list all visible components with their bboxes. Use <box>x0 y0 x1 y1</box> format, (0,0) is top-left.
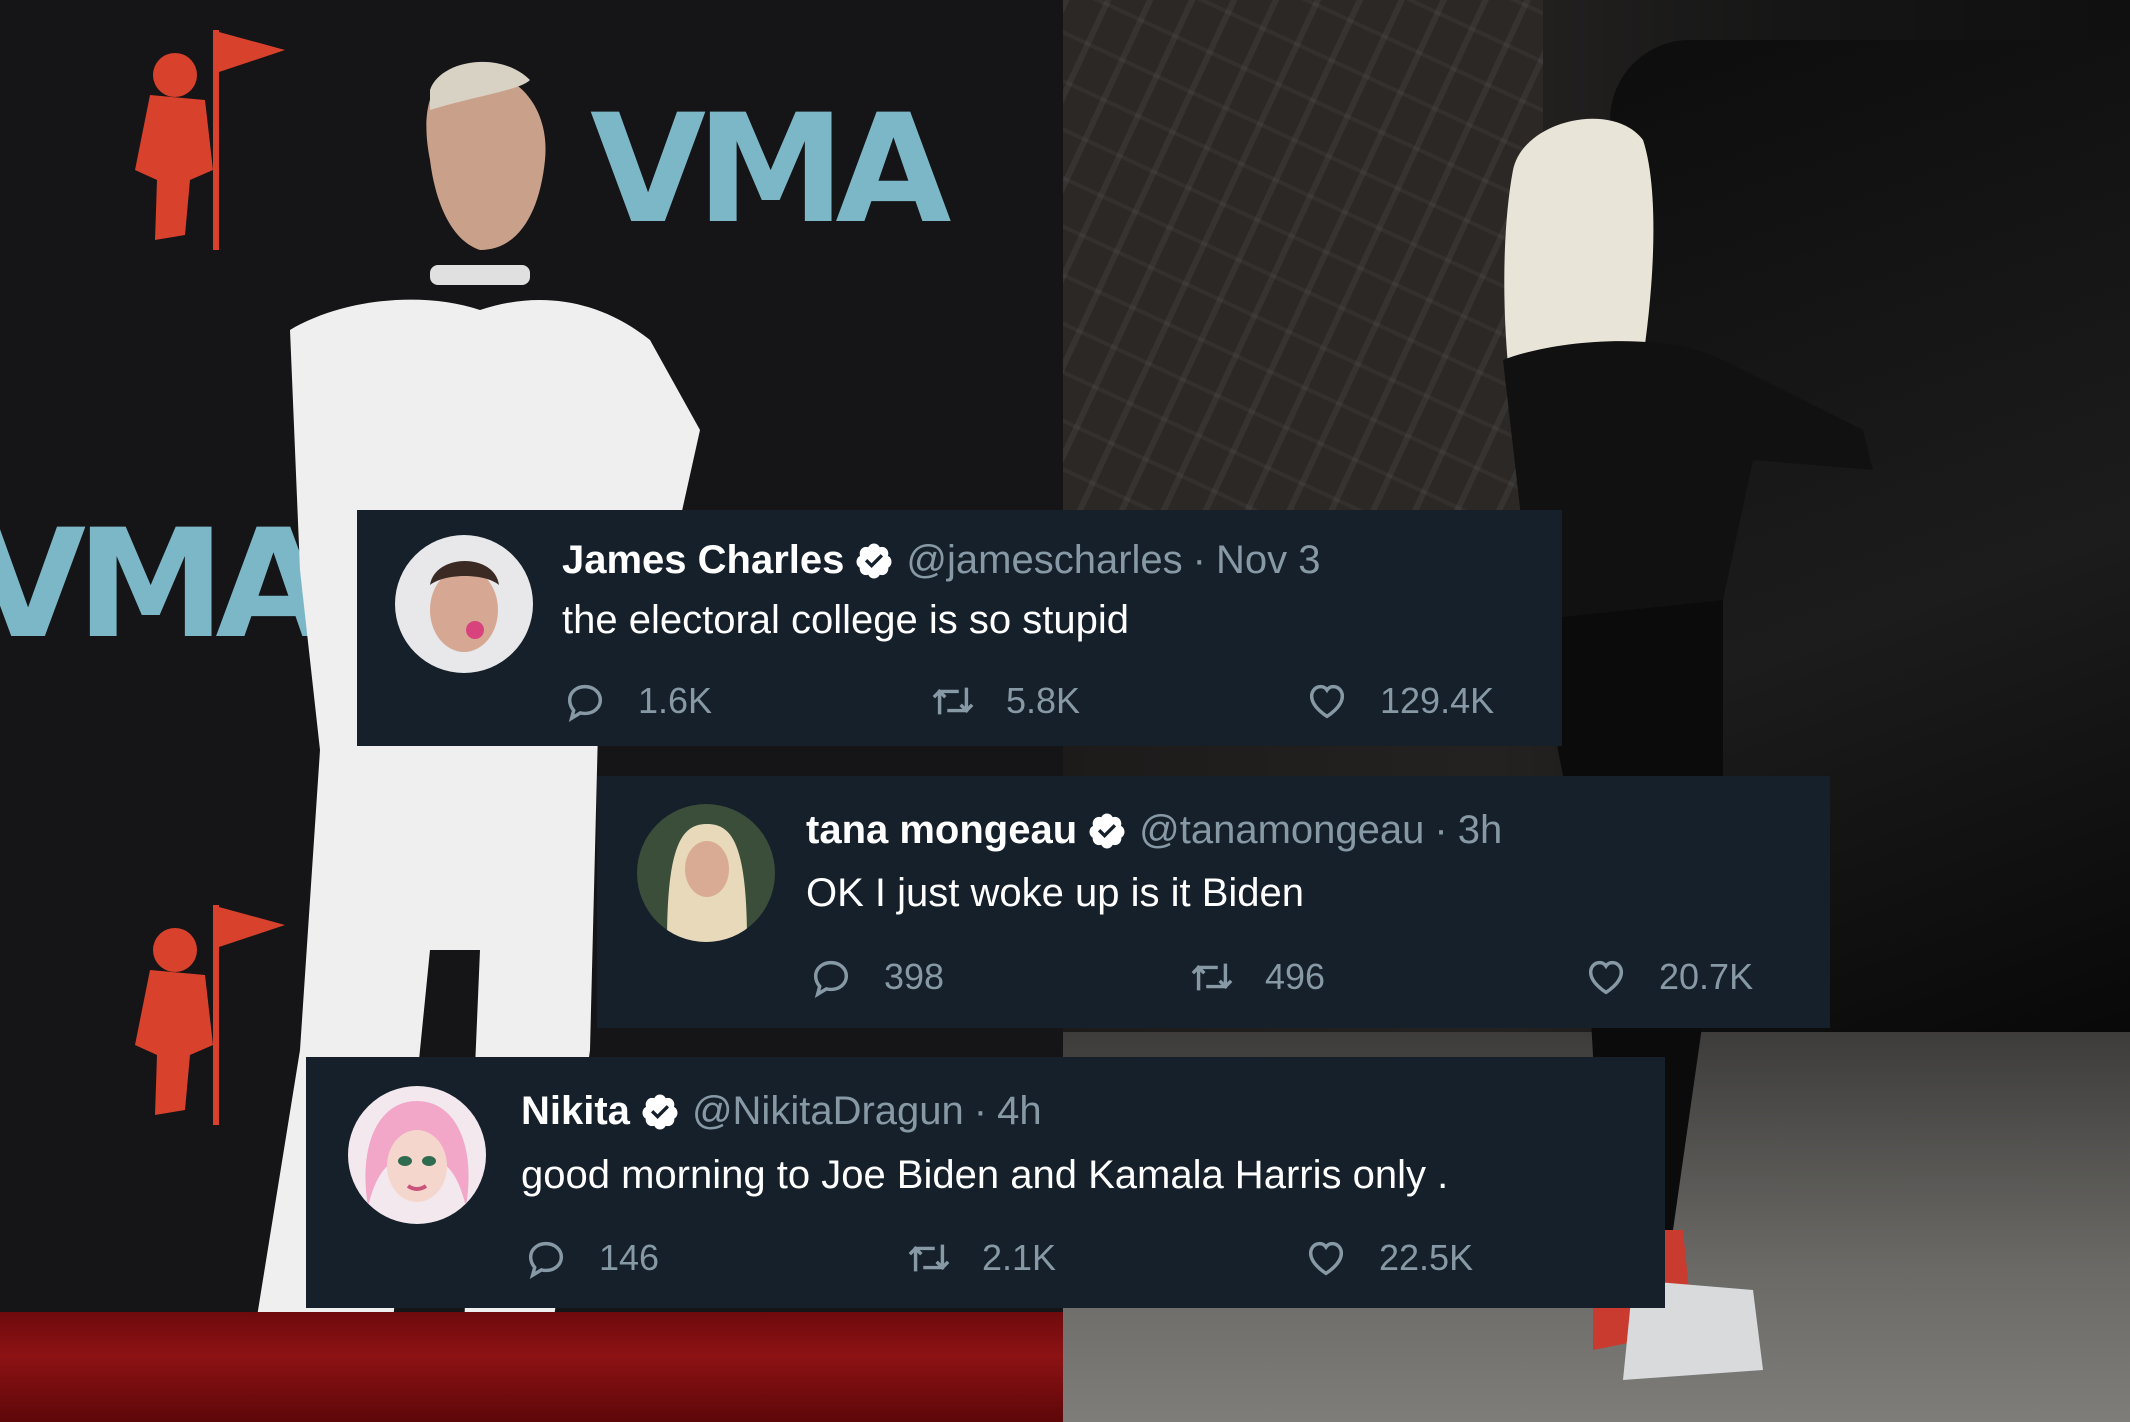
avatar-image-icon <box>637 804 775 942</box>
like-count: 129.4K <box>1380 680 1495 721</box>
avatar-image-icon <box>348 1086 486 1224</box>
avatar[interactable] <box>637 804 775 942</box>
tweet-text: the electoral college is so stupid <box>562 598 1129 642</box>
retweet-arrows-icon <box>1191 963 1233 991</box>
red-carpet <box>0 1312 1063 1422</box>
timestamp[interactable]: 4h <box>997 1089 1042 1134</box>
verified-badge-icon <box>642 1094 678 1129</box>
retweet-button[interactable]: 5.8K <box>930 678 1080 724</box>
tweet-header: Nikita @NikitaDragun · 4h <box>521 1089 1042 1134</box>
reply-count: 146 <box>599 1237 660 1278</box>
retweet-arrows-icon <box>932 687 974 715</box>
timestamp[interactable]: Nov 3 <box>1216 538 1321 583</box>
tweet-text: OK I just woke up is it Biden <box>806 871 1305 915</box>
like-button[interactable]: 22.5K <box>1303 1235 1473 1281</box>
speech-bubble-icon <box>528 1241 564 1279</box>
handle[interactable]: @NikitaDragun <box>692 1089 964 1134</box>
tweet-header: tana mongeau @tanamongeau · 3h <box>806 808 1502 853</box>
retweet-count: 5.8K <box>1006 680 1081 721</box>
separator-dot: · <box>973 1089 988 1133</box>
retweet-count: 496 <box>1265 956 1326 997</box>
heart-icon <box>1308 1241 1344 1276</box>
display-name[interactable]: tana mongeau <box>806 808 1077 853</box>
speech-bubble-icon <box>813 960 849 998</box>
like-count: 20.7K <box>1659 956 1754 997</box>
avatar-image-icon <box>395 535 533 673</box>
retweet-button[interactable]: 496 <box>1189 954 1325 1000</box>
verified-badge-icon <box>1089 813 1125 848</box>
reply-count: 1.6K <box>638 680 713 721</box>
tweet-card-tana-mongeau[interactable]: tana mongeau @tanamongeau · 3h OK I just… <box>597 776 1830 1028</box>
like-button[interactable]: 20.7K <box>1583 954 1753 1000</box>
retweet-button[interactable]: 2.1K <box>906 1235 1056 1281</box>
timestamp[interactable]: 3h <box>1458 808 1503 853</box>
display-name[interactable]: Nikita <box>521 1089 630 1134</box>
handle[interactable]: @tanamongeau <box>1139 808 1424 853</box>
handle[interactable]: @jamescharles <box>906 538 1182 583</box>
heart-icon <box>1309 684 1345 719</box>
speech-bubble-icon <box>567 684 603 722</box>
display-name[interactable]: James Charles <box>562 538 844 583</box>
tweet-card-nikita[interactable]: Nikita @NikitaDragun · 4h good morning t… <box>306 1057 1665 1308</box>
reply-button[interactable]: 146 <box>523 1235 659 1281</box>
tweet-header: James Charles @jamescharles · Nov 3 <box>562 538 1320 583</box>
like-count: 22.5K <box>1379 1237 1474 1278</box>
reply-button[interactable]: 398 <box>808 954 944 1000</box>
like-button[interactable]: 129.4K <box>1304 678 1494 724</box>
tweet-card-james-charles[interactable]: James Charles @jamescharles · Nov 3 the … <box>357 510 1562 746</box>
heart-icon <box>1588 960 1624 995</box>
retweet-count: 2.1K <box>982 1237 1057 1278</box>
separator-dot: · <box>1434 808 1448 852</box>
avatar[interactable] <box>348 1086 486 1224</box>
retweet-arrows-icon <box>908 1244 950 1272</box>
reply-count: 398 <box>884 956 945 997</box>
verified-badge-icon <box>856 543 892 578</box>
separator-dot: · <box>1192 538 1206 582</box>
reply-button[interactable]: 1.6K <box>562 678 712 724</box>
tweet-text: good morning to Joe Biden and Kamala Har… <box>521 1153 1449 1197</box>
avatar[interactable] <box>395 535 533 673</box>
